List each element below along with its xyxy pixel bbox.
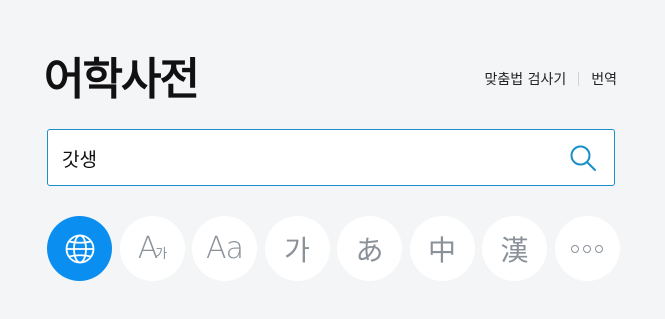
- dictionary-button-chinese[interactable]: 中: [409, 216, 475, 281]
- top-links: 맞춤법 검사기 번역: [485, 69, 617, 89]
- spell-checker-link[interactable]: 맞춤법 검사기: [485, 69, 567, 89]
- dictionary-button-english[interactable]: Aa: [192, 216, 257, 281]
- dictionary-button-more[interactable]: [554, 216, 620, 281]
- dictionary-button-hanja[interactable]: 漢: [482, 216, 547, 281]
- link-divider: [578, 72, 580, 86]
- search-button[interactable]: [568, 143, 598, 173]
- korean-english-icon: A가: [137, 231, 167, 266]
- dictionary-button-korean-english[interactable]: A가: [119, 216, 185, 281]
- page-title: 어학사전: [44, 54, 200, 105]
- dictionary-selector: A가 Aa 가 あ 中 漢: [47, 216, 620, 281]
- japanese-icon: あ: [355, 233, 384, 267]
- translate-link[interactable]: 번역: [591, 69, 617, 89]
- dictionary-button-korean[interactable]: 가: [264, 216, 330, 281]
- chinese-icon: 中: [427, 233, 456, 267]
- dictionary-button-japanese[interactable]: あ: [337, 216, 402, 281]
- english-icon: Aa: [206, 231, 244, 266]
- korean-icon: 가: [284, 233, 310, 267]
- dictionary-page: 어학사전 맞춤법 검사기 번역 갓생 A가 Aa 가 あ 中 漢: [0, 0, 665, 319]
- dictionary-button-all[interactable]: [47, 216, 112, 281]
- hanja-icon: 漢: [500, 233, 529, 267]
- globe-icon: [65, 234, 94, 263]
- search-icon: [570, 145, 596, 171]
- search-input[interactable]: [62, 140, 542, 176]
- search-box: [47, 129, 615, 186]
- more-icon: [571, 244, 603, 253]
